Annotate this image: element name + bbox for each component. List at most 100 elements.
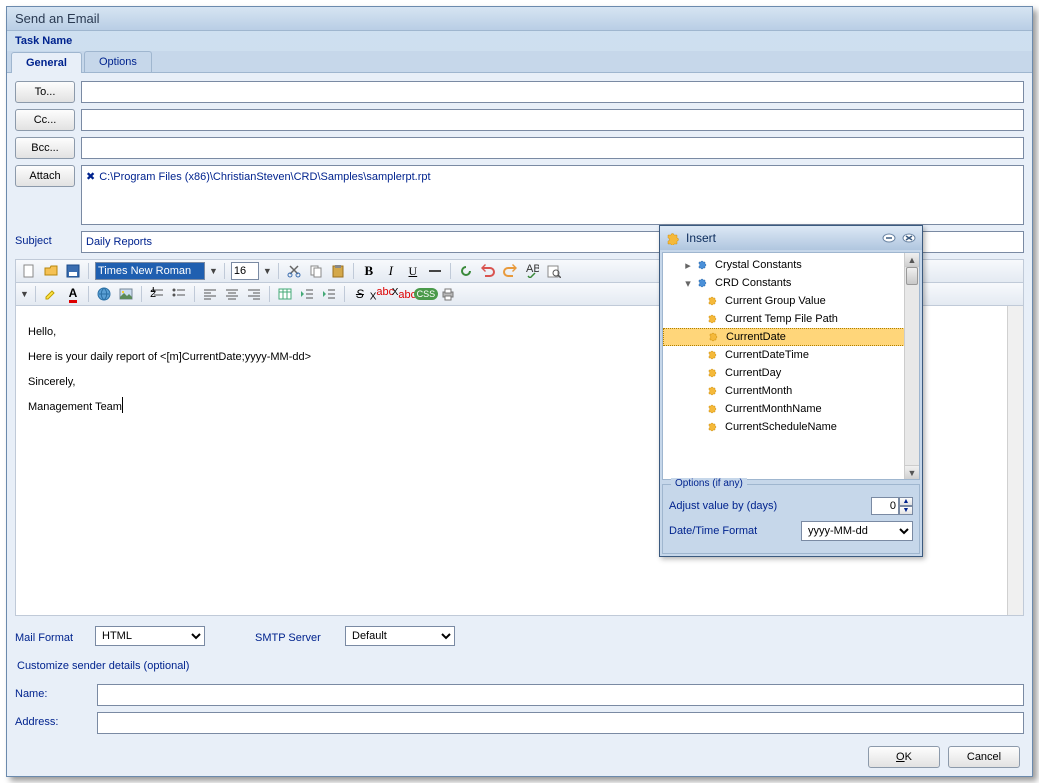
puzzle-icon: [707, 420, 721, 434]
cancel-button[interactable]: Cancel: [948, 746, 1020, 768]
tree-label: Current Temp File Path: [725, 313, 838, 325]
tree-item[interactable]: CurrentMonth: [663, 382, 919, 400]
link-icon[interactable]: [95, 285, 113, 303]
collapse-icon[interactable]: ▾: [683, 277, 693, 290]
outdent-icon[interactable]: [298, 285, 316, 303]
insert-popup-titlebar[interactable]: Insert: [660, 226, 922, 250]
tree-label: CurrentScheduleName: [725, 421, 837, 433]
table-icon[interactable]: [276, 285, 294, 303]
tree-crystal-constants[interactable]: ▸ Crystal Constants: [663, 256, 919, 274]
cut-icon[interactable]: [285, 262, 303, 280]
insert-popup: Insert ▸ Crystal Constants ▾ CRD Constan…: [659, 225, 923, 557]
scroll-up-icon[interactable]: ▲: [905, 253, 919, 267]
italic-icon[interactable]: I: [382, 262, 400, 280]
refresh-icon[interactable]: [457, 262, 475, 280]
spellcheck-icon[interactable]: ABC: [523, 262, 541, 280]
tree-label: Crystal Constants: [715, 259, 802, 271]
align-center-icon[interactable]: [223, 285, 241, 303]
adjust-value-input[interactable]: [871, 497, 899, 515]
font-family-select[interactable]: [95, 262, 205, 280]
tree-item[interactable]: CurrentDay: [663, 364, 919, 382]
find-icon[interactable]: [545, 262, 563, 280]
insert-popup-title: Insert: [686, 231, 876, 245]
list-numbered-icon[interactable]: 12: [148, 285, 166, 303]
font-size-input[interactable]: [231, 262, 259, 280]
align-right-icon[interactable]: [245, 285, 263, 303]
minimize-icon[interactable]: [882, 231, 896, 245]
open-icon[interactable]: [42, 262, 60, 280]
remove-attachment-icon[interactable]: ✖: [86, 171, 95, 183]
editor-scrollbar[interactable]: [1007, 306, 1023, 615]
new-doc-icon[interactable]: [20, 262, 38, 280]
tab-options[interactable]: Options: [84, 51, 152, 72]
cc-button[interactable]: Cc...: [15, 109, 75, 131]
spin-up-icon[interactable]: ▲: [899, 497, 913, 506]
dropdown-icon[interactable]: ▼: [209, 266, 218, 276]
smtp-select[interactable]: Default: [345, 626, 455, 646]
sender-name-label: Name:: [15, 684, 91, 700]
puzzle-icon: [707, 384, 721, 398]
to-field[interactable]: [81, 81, 1024, 103]
underline-icon[interactable]: U: [404, 262, 422, 280]
copy-icon[interactable]: [307, 262, 325, 280]
constants-tree[interactable]: ▸ Crystal Constants ▾ CRD Constants Curr…: [662, 252, 920, 480]
tree-item-currentdate[interactable]: CurrentDate: [663, 328, 919, 346]
puzzle-icon: [707, 312, 721, 326]
dialog-buttons: OK Cancel: [868, 746, 1020, 768]
bcc-button[interactable]: Bcc...: [15, 137, 75, 159]
tree-crd-constants[interactable]: ▾ CRD Constants: [663, 274, 919, 292]
css-icon[interactable]: CSS: [417, 285, 435, 303]
close-icon[interactable]: [902, 231, 916, 245]
tree-item[interactable]: CurrentScheduleName: [663, 418, 919, 436]
tree-item[interactable]: Current Group Value: [663, 292, 919, 310]
bold-icon[interactable]: B: [360, 262, 378, 280]
tab-general[interactable]: General: [11, 52, 82, 73]
strikethrough-icon[interactable]: S: [351, 285, 369, 303]
to-button[interactable]: To...: [15, 81, 75, 103]
attach-button[interactable]: Attach: [15, 165, 75, 187]
send-email-window: Send an Email Task Name General Options …: [6, 6, 1033, 777]
spin-down-icon[interactable]: ▼: [899, 506, 913, 515]
list-bullet-icon[interactable]: [170, 285, 188, 303]
puzzle-icon: [666, 231, 680, 245]
tree-label: CurrentMonthName: [725, 403, 822, 415]
ok-button[interactable]: OK: [868, 746, 940, 768]
dropdown-icon[interactable]: ▼: [263, 266, 272, 276]
puzzle-icon: [707, 294, 721, 308]
adjust-value-label: Adjust value by (days): [669, 500, 777, 512]
indent-icon[interactable]: [320, 285, 338, 303]
save-icon[interactable]: [64, 262, 82, 280]
scroll-down-icon[interactable]: ▼: [905, 465, 919, 479]
puzzle-icon: [697, 276, 711, 290]
image-icon[interactable]: [117, 285, 135, 303]
superscript-icon[interactable]: Xabc: [373, 285, 391, 303]
undo-icon[interactable]: [479, 262, 497, 280]
print-icon[interactable]: [439, 285, 457, 303]
dropdown-icon[interactable]: ▼: [20, 289, 29, 299]
tree-label: CurrentDay: [725, 367, 781, 379]
cc-field[interactable]: [81, 109, 1024, 131]
sender-name-field[interactable]: [97, 684, 1024, 706]
bcc-field[interactable]: [81, 137, 1024, 159]
adjust-value-spinner[interactable]: ▲▼: [871, 497, 913, 515]
scroll-thumb[interactable]: [906, 267, 918, 285]
tree-item[interactable]: CurrentMonthName: [663, 400, 919, 418]
hr-icon[interactable]: [426, 262, 444, 280]
align-left-icon[interactable]: [201, 285, 219, 303]
tree-scrollbar[interactable]: ▲ ▼: [904, 253, 919, 479]
highlight-icon[interactable]: [42, 285, 60, 303]
font-color-icon[interactable]: A: [64, 285, 82, 303]
sender-address-field[interactable]: [97, 712, 1024, 734]
options-legend: Options (if any): [671, 478, 747, 489]
expand-icon[interactable]: ▸: [683, 259, 693, 272]
puzzle-icon: [707, 348, 721, 362]
redo-icon[interactable]: [501, 262, 519, 280]
mail-format-select[interactable]: HTML: [95, 626, 205, 646]
subscript-icon[interactable]: Xabc: [395, 285, 413, 303]
tree-item[interactable]: CurrentDateTime: [663, 346, 919, 364]
datetime-format-select[interactable]: yyyy-MM-dd: [801, 521, 913, 541]
tree-item[interactable]: Current Temp File Path: [663, 310, 919, 328]
attachment-list[interactable]: ✖C:\Program Files (x86)\ChristianSteven\…: [81, 165, 1024, 225]
puzzle-icon: [707, 402, 721, 416]
paste-icon[interactable]: [329, 262, 347, 280]
